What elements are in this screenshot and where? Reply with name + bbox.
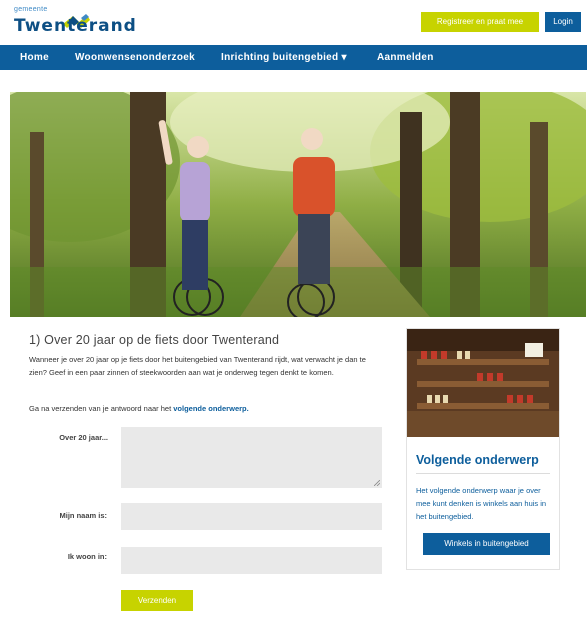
next-topic-card: Volgende onderwerp Het volgende onderwer… (406, 328, 560, 570)
page-title: 1) Over 20 jaar op de fiets door Twenter… (29, 333, 280, 347)
card-divider (416, 473, 550, 474)
intro-text: Wanneer je over 20 jaar op je fiets door… (29, 355, 366, 377)
resize-grip-icon[interactable] (374, 480, 380, 486)
card-title: Volgende onderwerp (416, 453, 539, 467)
next-topic-link[interactable]: volgende onderwerp. (173, 404, 248, 413)
card-text: Het volgende onderwerp waar je over mee … (416, 486, 547, 521)
site-logo[interactable]: gemeente Twenterand (14, 6, 137, 44)
answer-label: Over 20 jaar... (59, 433, 108, 442)
nav-item-aanmelden[interactable]: Aanmelden (377, 45, 434, 70)
next-topic-note: Ga na verzenden van je antwoord naar het… (29, 404, 249, 413)
submit-button[interactable]: Verzenden (121, 590, 193, 611)
top-header: gemeente Twenterand Registreer en praat … (0, 0, 587, 45)
logo-title: Twenterand (14, 16, 137, 36)
answer-textarea[interactable] (121, 427, 382, 488)
hero-image (10, 92, 586, 317)
next-topic-button[interactable]: Winkels in buitengebied (423, 533, 550, 555)
shop-image (407, 329, 559, 437)
nav-item-inrichting-buitengebied[interactable]: Inrichting buitengebied ▾ (221, 45, 347, 70)
name-input[interactable] (121, 503, 382, 530)
nav-item-home[interactable]: Home (20, 45, 49, 70)
logo-subtitle: gemeente (14, 6, 48, 13)
town-label: Ik woon in: (67, 552, 107, 561)
login-button[interactable]: Login (545, 12, 581, 32)
register-button[interactable]: Registreer en praat mee (421, 12, 539, 32)
nav-item-woonwensenonderzoek[interactable]: Woonwensenonderzoek (75, 45, 195, 70)
town-input[interactable] (121, 547, 382, 574)
note-text: Ga na verzenden van je antwoord naar het (29, 404, 174, 413)
name-label: Mijn naam is: (59, 511, 107, 520)
main-navigation: Home Woonwensenonderzoek Inrichting buit… (0, 45, 587, 70)
